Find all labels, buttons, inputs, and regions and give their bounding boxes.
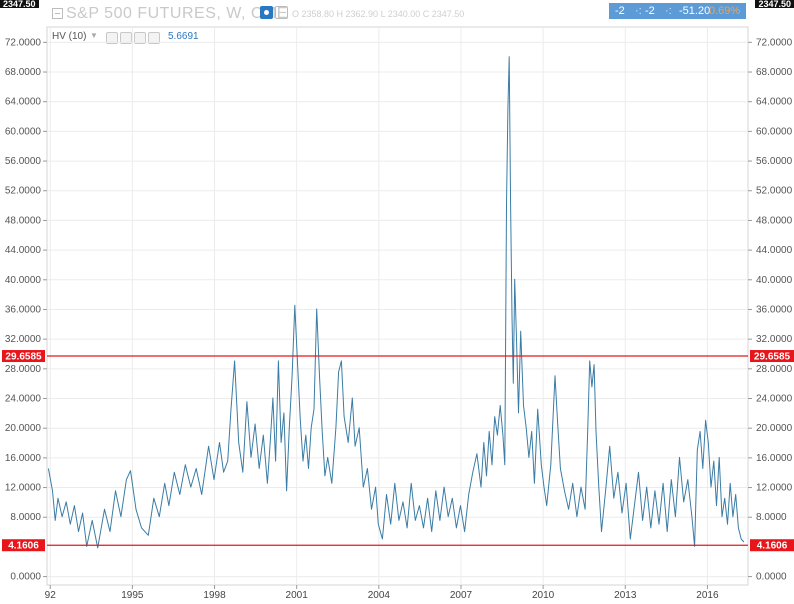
y-tick-label: 56.0000 bbox=[5, 156, 42, 167]
y-tick-label: 60.0000 bbox=[756, 126, 793, 137]
x-tick-label: 2001 bbox=[286, 590, 309, 601]
y-tick-label: 16.0000 bbox=[756, 453, 793, 464]
hv-series-line bbox=[47, 56, 745, 549]
plot-frame bbox=[46, 26, 749, 586]
y-tick-label: 44.0000 bbox=[5, 245, 42, 256]
y-tick-label: 8.0000 bbox=[756, 512, 787, 523]
y-tick-label: 36.0000 bbox=[5, 304, 42, 315]
y-tick-label: 8.0000 bbox=[10, 512, 41, 523]
y-tick-label: 20.0000 bbox=[5, 423, 42, 434]
y-tick-label: 44.0000 bbox=[756, 245, 793, 256]
y-tick-label: 64.0000 bbox=[756, 97, 793, 108]
x-tick-label: 2007 bbox=[450, 590, 473, 601]
y-tick-label: 40.0000 bbox=[5, 275, 42, 286]
y-tick-label: 68.0000 bbox=[756, 67, 793, 78]
level-label-left: 29.6585 bbox=[5, 352, 42, 363]
y-tick-label: 24.0000 bbox=[756, 394, 793, 405]
x-tick-label: 2004 bbox=[368, 590, 391, 601]
y-tick-label: 32.0000 bbox=[756, 334, 793, 345]
x-tick-label: 2010 bbox=[532, 590, 555, 601]
y-tick-label: 20.0000 bbox=[756, 423, 793, 434]
y-tick-label: 40.0000 bbox=[756, 275, 793, 286]
level-label-right: 29.6585 bbox=[754, 352, 791, 363]
y-tick-label: 56.0000 bbox=[756, 156, 793, 167]
plot-area[interactable]: 72.0000 72.0000 68.0000 68.0000 64.0000 64.00… bbox=[0, 0, 794, 604]
y-tick-label: 12.0000 bbox=[756, 483, 793, 494]
y-tick-label: 48.0000 bbox=[5, 215, 42, 226]
chart-root: 2347.50 2347.50 S&P 500 FUTURES, W, CME … bbox=[0, 0, 794, 604]
y-tick-label: 68.0000 bbox=[5, 67, 42, 78]
y-tick-label: 52.0000 bbox=[756, 186, 793, 197]
x-tick-label: 92 bbox=[45, 590, 57, 601]
y-tick-label: 60.0000 bbox=[5, 126, 42, 137]
level-label-right: 4.1606 bbox=[757, 541, 788, 552]
y-tick-label: 52.0000 bbox=[5, 186, 42, 197]
y-tick-label: 16.0000 bbox=[5, 453, 42, 464]
y-tick-label: 28.0000 bbox=[756, 364, 793, 375]
y-tick-label: 32.0000 bbox=[5, 334, 42, 345]
y-tick-label: 28.0000 bbox=[5, 364, 42, 375]
x-tick-label: 1995 bbox=[121, 590, 144, 601]
x-tick-label: 1998 bbox=[203, 590, 226, 601]
y-tick-label: 64.0000 bbox=[5, 97, 42, 108]
y-tick-label: 36.0000 bbox=[756, 304, 793, 315]
y-tick-label: 72.0000 bbox=[756, 37, 793, 48]
y-tick-label: 48.0000 bbox=[756, 215, 793, 226]
x-tick-label: 2016 bbox=[696, 590, 719, 601]
x-tick-label: 2013 bbox=[614, 590, 637, 601]
y-tick-label: 24.0000 bbox=[5, 394, 42, 405]
y-tick-label: 12.0000 bbox=[5, 483, 42, 494]
level-label-left: 4.1606 bbox=[8, 541, 39, 552]
y-tick-label: 72.0000 bbox=[5, 37, 42, 48]
y-tick-label: 0.0000 bbox=[756, 572, 787, 583]
y-tick-label: 0.0000 bbox=[10, 572, 41, 583]
